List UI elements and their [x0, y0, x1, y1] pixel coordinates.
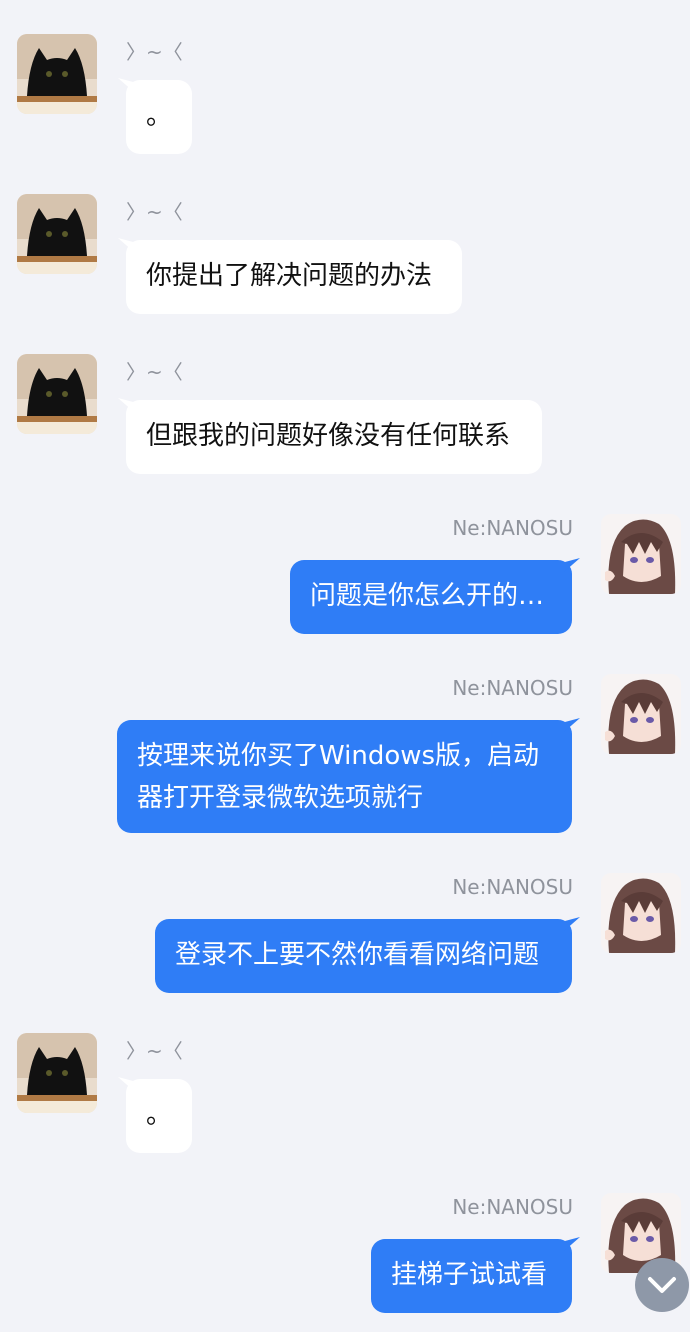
- avatar[interactable]: [17, 34, 97, 114]
- black-cat-avatar-icon: [17, 1033, 97, 1113]
- sender-name: Ne:NANOSU: [452, 875, 573, 899]
- sender-name: Ne:NANOSU: [452, 1195, 573, 1219]
- scroll-to-bottom-button[interactable]: [635, 1258, 689, 1312]
- anime-girl-avatar-icon: [601, 873, 681, 953]
- avatar[interactable]: [601, 514, 681, 594]
- anime-girl-avatar-icon: [601, 514, 681, 594]
- sender-name: Ne:NANOSU: [452, 676, 573, 700]
- message-bubble[interactable]: 但跟我的问题好像没有任何联系: [126, 400, 542, 474]
- message-bubble[interactable]: 问题是你怎么开的…: [290, 560, 572, 634]
- avatar[interactable]: [17, 354, 97, 434]
- message-bubble[interactable]: 。: [126, 1079, 192, 1153]
- sender-name: 〉~〈: [126, 360, 183, 384]
- message-bubble[interactable]: 按理来说你买了Windows版，启动器打开登录微软选项就行: [117, 720, 572, 833]
- sender-name: 〉~〈: [126, 1039, 183, 1063]
- avatar[interactable]: [601, 873, 681, 953]
- black-cat-avatar-icon: [17, 34, 97, 114]
- avatar[interactable]: [601, 674, 681, 754]
- message-bubble[interactable]: 登录不上要不然你看看网络问题: [155, 919, 572, 993]
- avatar[interactable]: [17, 194, 97, 274]
- sender-name: 〉~〈: [126, 40, 183, 64]
- anime-girl-avatar-icon: [601, 674, 681, 754]
- black-cat-avatar-icon: [17, 354, 97, 434]
- avatar[interactable]: [17, 1033, 97, 1113]
- message-bubble[interactable]: 你提出了解决问题的办法: [126, 240, 462, 314]
- sender-name: Ne:NANOSU: [452, 516, 573, 540]
- message-bubble[interactable]: 。: [126, 80, 192, 154]
- chevron-down-icon: [648, 1277, 676, 1293]
- black-cat-avatar-icon: [17, 194, 97, 274]
- sender-name: 〉~〈: [126, 200, 183, 224]
- message-bubble[interactable]: 挂梯子试试看: [371, 1239, 572, 1313]
